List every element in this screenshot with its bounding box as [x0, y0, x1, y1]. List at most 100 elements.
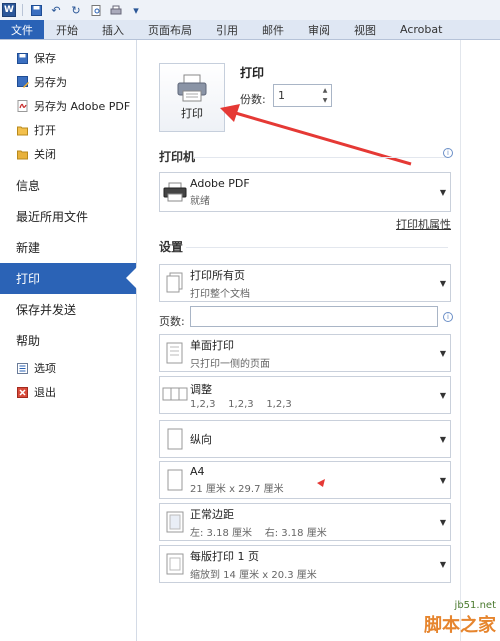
- nav-recent[interactable]: 最近所用文件: [0, 201, 136, 232]
- nav-save-as[interactable]: 另存为: [0, 70, 136, 94]
- options-icon: [16, 362, 29, 375]
- pages-per-sheet-icon: [160, 553, 190, 575]
- info-icon[interactable]: i: [443, 148, 453, 158]
- save-icon: [16, 52, 29, 65]
- tab-home[interactable]: 开始: [44, 20, 90, 39]
- redo-icon[interactable]: ↻: [69, 3, 83, 17]
- paper-icon: [160, 469, 190, 491]
- pages-per-sheet-dropdown[interactable]: 每版打印 1 页 缩放到 14 厘米 x 20.3 厘米 ▼: [159, 545, 451, 583]
- nav-info[interactable]: 信息: [0, 170, 136, 201]
- undo-icon[interactable]: ↶: [49, 3, 63, 17]
- print-range-dropdown[interactable]: 打印所有页 打印整个文档 ▼: [159, 264, 451, 302]
- annotation-arrow: [220, 104, 412, 166]
- chevron-down-icon: ▼: [439, 559, 447, 569]
- nav-exit[interactable]: 退出: [0, 380, 136, 404]
- save-icon[interactable]: [29, 3, 43, 17]
- chevron-down-icon: ▼: [439, 390, 447, 400]
- ribbon-tabs: 文件 开始 插入 页面布局 引用 邮件 审阅 视图 Acrobat: [0, 20, 500, 40]
- tab-mailings[interactable]: 邮件: [250, 20, 296, 39]
- info-icon[interactable]: i: [443, 312, 453, 322]
- nav-save[interactable]: 保存: [0, 46, 136, 70]
- sides-dropdown[interactable]: 单面打印 只打印一侧的页面 ▼: [159, 334, 451, 372]
- word-logo-icon[interactable]: W: [2, 3, 16, 17]
- print-button[interactable]: 打印: [159, 63, 225, 132]
- collate-icon: [160, 385, 190, 405]
- printer-name: Adobe PDF: [190, 177, 250, 190]
- margins-icon: [160, 511, 190, 533]
- watermark-brand: 脚本之家: [424, 615, 496, 636]
- nav-exit-label: 退出: [34, 386, 56, 399]
- tab-view[interactable]: 视图: [342, 20, 388, 39]
- nav-save-as-pdf[interactable]: 另存为 Adobe PDF: [0, 94, 136, 118]
- exit-icon: [16, 386, 29, 399]
- orientation-title: 纵向: [190, 433, 212, 446]
- printer-section-title: 打印机: [159, 150, 196, 164]
- nav-close-label: 关闭: [34, 148, 56, 161]
- nav-options[interactable]: 选项: [0, 356, 136, 380]
- settings-section-title: 设置: [159, 240, 184, 254]
- tab-file[interactable]: 文件: [0, 20, 44, 39]
- pages-per-sheet-subtitle: 缩放到 14 厘米 x 20.3 厘米: [190, 569, 317, 581]
- nav-print[interactable]: 打印: [0, 263, 137, 294]
- printer-icon: [177, 74, 207, 102]
- customize-toolbar-icon[interactable]: ▾: [129, 3, 143, 17]
- margins-subtitle: 左: 3.18 厘米 右: 3.18 厘米: [190, 527, 327, 539]
- pages-icon: [160, 272, 190, 294]
- print-range-subtitle: 打印整个文档: [190, 288, 250, 300]
- print-title: 打印: [240, 66, 265, 80]
- tab-acrobat[interactable]: Acrobat: [388, 20, 454, 39]
- paper-size-title: A4: [190, 465, 205, 478]
- collate-dropdown[interactable]: 调整 1,2,3 1,2,3 1,2,3 ▼: [159, 376, 451, 414]
- nav-save-as-label: 另存为: [34, 76, 67, 89]
- folder-close-icon: [16, 148, 29, 161]
- chevron-down-icon: ▼: [439, 475, 447, 485]
- collate-title: 调整: [190, 382, 212, 396]
- nav-close[interactable]: 关闭: [0, 142, 136, 166]
- print-panel: 打印 打印 份数: 1 ▲ ▼ 打印机 i Adobe PDF 就绪 ▼ 打印机…: [138, 40, 500, 641]
- nav-save-label: 保存: [34, 52, 56, 65]
- tab-references[interactable]: 引用: [204, 20, 250, 39]
- paper-size-dropdown[interactable]: A4 21 厘米 x 29.7 厘米 ▼: [159, 461, 451, 499]
- chevron-down-icon: ▼: [439, 517, 447, 527]
- nav-save-send[interactable]: 保存并发送: [0, 294, 136, 325]
- tab-page-layout[interactable]: 页面布局: [136, 20, 204, 39]
- annotation-triangle: [317, 479, 325, 487]
- print-button-label: 打印: [181, 107, 203, 120]
- print-range-title: 打印所有页: [190, 268, 245, 282]
- orientation-dropdown[interactable]: 纵向 ▼: [159, 420, 451, 458]
- pages-per-sheet-title: 每版打印 1 页: [190, 549, 259, 563]
- nav-save-as-pdf-label: 另存为 Adobe PDF: [34, 100, 131, 113]
- print-preview-icon[interactable]: [89, 3, 103, 17]
- paper-size-subtitle: 21 厘米 x 29.7 厘米: [190, 484, 284, 495]
- sides-subtitle: 只打印一侧的页面: [190, 358, 270, 370]
- nav-help[interactable]: 帮助: [0, 325, 136, 356]
- tab-insert[interactable]: 插入: [90, 20, 136, 39]
- printer-properties-link[interactable]: 打印机属性: [396, 216, 451, 232]
- scrollbar[interactable]: [460, 40, 461, 641]
- watermark: jb51.net 脚本之家: [424, 600, 496, 637]
- chevron-down-icon: ▼: [439, 348, 447, 358]
- spin-up-icon[interactable]: ▲: [323, 87, 328, 94]
- margins-title: 正常边距: [190, 507, 234, 521]
- chevron-down-icon: ▼: [439, 278, 447, 288]
- pages-input[interactable]: [190, 306, 438, 327]
- save-as-icon: [16, 76, 29, 89]
- nav-options-label: 选项: [34, 362, 56, 375]
- tab-review[interactable]: 审阅: [296, 20, 342, 39]
- settings-section-divider: [186, 247, 448, 248]
- portrait-icon: [160, 428, 190, 450]
- printer-small-icon: [160, 182, 190, 202]
- single-sided-icon: [160, 342, 190, 364]
- nav-open[interactable]: 打开: [0, 118, 136, 142]
- printer-section-divider: [193, 157, 448, 158]
- folder-open-icon: [16, 124, 29, 137]
- quick-print-icon[interactable]: [109, 3, 123, 17]
- margins-dropdown[interactable]: 正常边距 左: 3.18 厘米 右: 3.18 厘米 ▼: [159, 503, 451, 541]
- nav-new[interactable]: 新建: [0, 232, 136, 263]
- pages-label: 页数:: [159, 315, 185, 328]
- quick-access-toolbar: W ↶ ↻ ▾: [0, 0, 500, 20]
- printer-dropdown[interactable]: Adobe PDF 就绪 ▼: [159, 172, 451, 212]
- toolbar-separator: [22, 4, 23, 16]
- pdf-icon: [16, 100, 29, 113]
- chevron-down-icon: ▼: [439, 187, 447, 197]
